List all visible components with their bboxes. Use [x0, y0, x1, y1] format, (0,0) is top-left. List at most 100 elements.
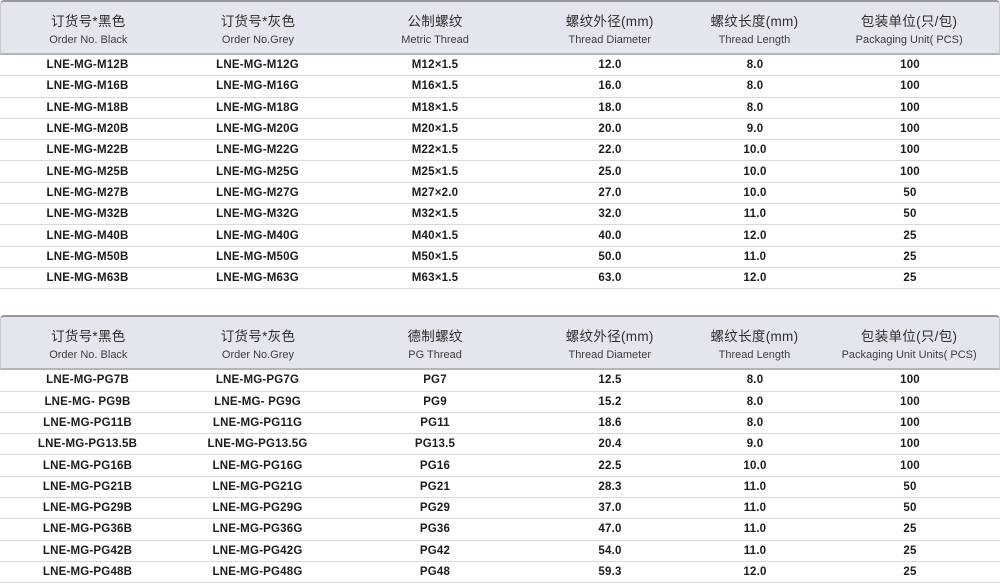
column-header-zh: 订货号*灰色: [176, 10, 341, 30]
column-header-thread-length: 螺纹长度(mm) Thread Length: [690, 10, 820, 46]
table-cell: 37.0: [530, 502, 690, 514]
table-row: LNE-MG-PG7BLNE-MG-PG7GPG712.58.0100: [0, 370, 1000, 391]
table-cell: 12.0: [690, 230, 820, 242]
column-header-en: Packaging Unit( PCS): [819, 34, 999, 46]
table-cell: 12.5: [530, 374, 690, 386]
table-cell: 100: [820, 438, 1000, 450]
table-cell: LNE-MG-M22G: [175, 144, 340, 156]
table-cell: 25.0: [530, 166, 690, 178]
column-header-en: Order No. Black: [1, 349, 176, 361]
table-cell: LNE-MG-PG29G: [175, 502, 340, 514]
table-cell: 50.0: [530, 251, 690, 263]
table-cell: 54.0: [530, 545, 690, 557]
table-cell: 100: [820, 80, 1000, 92]
table-cell: LNE-MG-PG48G: [175, 566, 340, 578]
table-cell: 11.0: [690, 208, 820, 220]
table-cell: 12.0: [690, 272, 820, 284]
column-header-en: Thread Length: [690, 34, 820, 46]
table-cell: 100: [820, 460, 1000, 472]
table-cell: 20.4: [530, 438, 690, 450]
table-cell: LNE-MG-M32G: [175, 208, 340, 220]
table-row: LNE-MG-M50BLNE-MG-M50GM50×1.550.011.025: [0, 247, 1000, 268]
table-cell: PG16: [340, 460, 530, 472]
column-header-packaging-unit: 包装单位(只/包) Packaging Unit( PCS): [819, 10, 999, 46]
table-cell: LNE-MG- PG9G: [175, 396, 340, 408]
table-cell: LNE-MG-PG11G: [175, 417, 340, 429]
table-cell: LNE-MG-M63G: [175, 272, 340, 284]
table-cell: LNE-MG-PG7G: [175, 374, 340, 386]
table-row: LNE-MG-M40BLNE-MG-M40GM40×1.540.012.025: [0, 225, 1000, 246]
table-cell: PG11: [340, 417, 530, 429]
table-row: LNE-MG-M16BLNE-MG-M16GM16×1.516.08.0100: [0, 76, 1000, 97]
table-cell: 10.0: [690, 187, 820, 199]
table-cell: 8.0: [690, 374, 820, 386]
table-cell: LNE-MG-M20G: [175, 123, 340, 135]
table-cell: 25: [820, 230, 1000, 242]
table-cell: LNE-MG-M16B: [0, 80, 175, 92]
table-cell: 100: [820, 166, 1000, 178]
table-row: LNE-MG-PG36BLNE-MG-PG36GPG3647.011.025: [0, 519, 1000, 540]
table-cell: PG36: [340, 523, 530, 535]
table-cell: PG42: [340, 545, 530, 557]
column-header-zh: 螺纹长度(mm): [690, 325, 820, 345]
table-cell: 63.0: [530, 272, 690, 284]
table-cell: 22.5: [530, 460, 690, 472]
table-cell: M25×1.5: [340, 166, 530, 178]
table-cell: 25: [820, 272, 1000, 284]
table-cell: LNE-MG-PG29B: [0, 502, 175, 514]
column-header-en: Metric Thread: [340, 34, 530, 46]
table-cell: 8.0: [690, 80, 820, 92]
column-header-order-no-grey: 订货号*灰色 Order No.Grey: [176, 10, 341, 46]
table-cell: LNE-MG-M32B: [0, 208, 175, 220]
table-row: LNE-MG-M22BLNE-MG-M22GM22×1.522.010.0100: [0, 140, 1000, 161]
table-cell: PG13.5: [340, 438, 530, 450]
column-header-en: Order No.Grey: [176, 349, 341, 361]
table-row: LNE-MG-PG21BLNE-MG-PG21GPG2128.311.050: [0, 477, 1000, 498]
table-cell: 9.0: [690, 438, 820, 450]
column-header-order-no-black: 订货号*黑色 Order No. Black: [1, 10, 176, 46]
table-row: LNE-MG-PG29BLNE-MG-PG29GPG2937.011.050: [0, 498, 1000, 519]
table-cell: M27×2.0: [340, 187, 530, 199]
table-cell: M12×1.5: [340, 59, 530, 71]
table-row: LNE-MG-PG48BLNE-MG-PG48GPG4859.312.025: [0, 562, 1000, 583]
column-header-en: Packaging Unit Units( PCS): [819, 349, 999, 361]
table-row: LNE-MG-M18BLNE-MG-M18GM18×1.518.08.0100: [0, 98, 1000, 119]
column-header-zh: 包装单位(只/包): [819, 10, 999, 30]
table-cell: M20×1.5: [340, 123, 530, 135]
table-cell: M16×1.5: [340, 80, 530, 92]
metric-thread-table-header: 订货号*黑色 Order No. Black 订货号*灰色 Order No.G…: [0, 0, 1000, 55]
table-row: LNE-MG-PG16BLNE-MG-PG16GPG1622.510.0100: [0, 455, 1000, 476]
table-cell: LNE-MG-M22B: [0, 144, 175, 156]
table-cell: LNE-MG-PG42B: [0, 545, 175, 557]
table-cell: 100: [820, 374, 1000, 386]
table-cell: 100: [820, 123, 1000, 135]
column-header-zh: 包装单位(只/包): [819, 325, 999, 345]
table-cell: LNE-MG-PG21G: [175, 481, 340, 493]
table-cell: LNE-MG-PG42G: [175, 545, 340, 557]
table-cell: 59.3: [530, 566, 690, 578]
table-cell: 10.0: [690, 144, 820, 156]
table-cell: 50: [820, 208, 1000, 220]
table-cell: 50: [820, 187, 1000, 199]
column-header-en: Thread Diameter: [530, 349, 690, 361]
column-header-pg-thread: 德制螺纹 PG Thread: [340, 325, 530, 361]
table-row: LNE-MG-PG13.5BLNE-MG-PG13.5GPG13.520.49.…: [0, 434, 1000, 455]
table-cell: 28.3: [530, 481, 690, 493]
table-cell: LNE-MG-M25G: [175, 166, 340, 178]
column-header-metric-thread: 公制螺纹 Metric Thread: [340, 10, 530, 46]
table-cell: M32×1.5: [340, 208, 530, 220]
table-cell: 50: [820, 481, 1000, 493]
table-cell: 10.0: [690, 166, 820, 178]
column-header-en: PG Thread: [340, 349, 530, 361]
table-cell: LNE-MG-PG48B: [0, 566, 175, 578]
column-header-zh: 公制螺纹: [340, 10, 530, 30]
table-cell: 22.0: [530, 144, 690, 156]
table-cell: LNE-MG-M40B: [0, 230, 175, 242]
column-header-en: Thread Length: [690, 349, 820, 361]
table-cell: M50×1.5: [340, 251, 530, 263]
table-cell: 8.0: [690, 417, 820, 429]
table-cell: 11.0: [690, 523, 820, 535]
column-header-zh: 德制螺纹: [340, 325, 530, 345]
table-cell: LNE-MG-PG36B: [0, 523, 175, 535]
table-cell: M18×1.5: [340, 102, 530, 114]
